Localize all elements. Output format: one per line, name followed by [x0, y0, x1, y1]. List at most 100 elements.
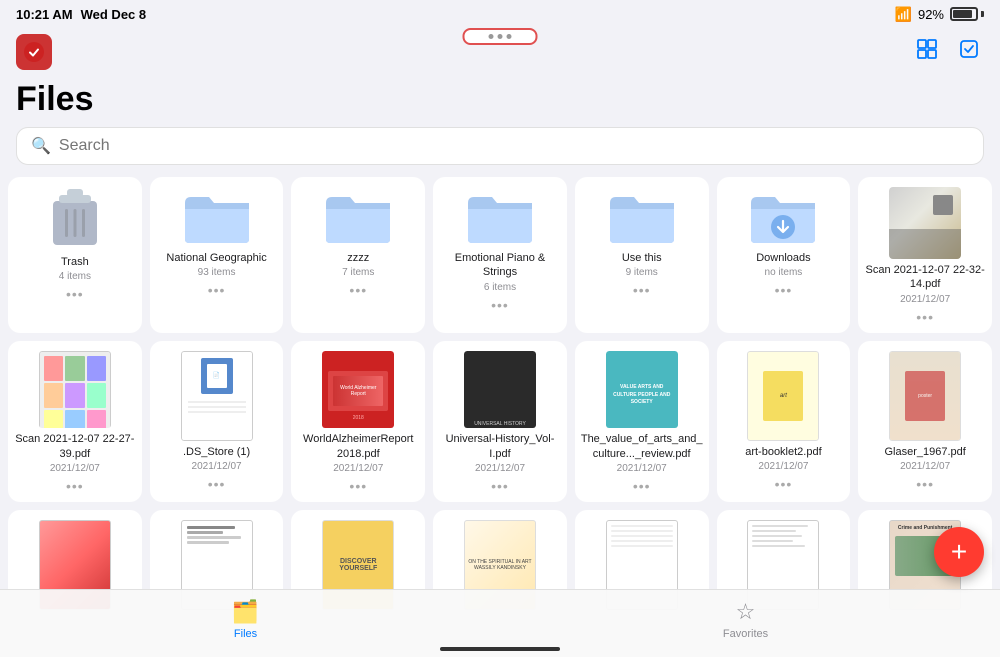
grid-item-glaser[interactable]: poster Glaser_1967.pdf 2021/12/07 •••: [858, 341, 992, 502]
scan-photo-thumb: [889, 187, 961, 259]
item-menu-national-geographic[interactable]: •••: [208, 282, 226, 298]
folder-icon-national-geographic: [181, 187, 253, 245]
item-name-emotional-piano: Emotional Piano & Strings: [439, 251, 561, 280]
item-name-national-geographic: National Geographic: [166, 251, 266, 265]
grid-item-national-geographic[interactable]: National Geographic 93 items •••: [150, 177, 284, 333]
item-sub-scan-photo: 2021/12/07: [900, 294, 950, 305]
grid-item-ds-store[interactable]: 📄 .DS_Store (1) 2021/12/07 •••: [150, 341, 284, 502]
item-menu-zzzz[interactable]: •••: [349, 282, 367, 298]
item-name-scan-screenshot: Scan 2021-12-07 22-27-39.pdf: [14, 432, 136, 461]
item-menu-ds-store[interactable]: •••: [208, 476, 226, 492]
search-input[interactable]: [59, 137, 969, 155]
grid-item-use-this[interactable]: Use this 9 items •••: [575, 177, 709, 333]
item-name-downloads: Downloads: [756, 251, 810, 265]
item-sub-scan-screenshot: 2021/12/07: [50, 463, 100, 474]
item-name-trash: Trash: [61, 255, 89, 269]
item-sub-worldalzheimer: 2021/12/07: [333, 463, 383, 474]
item-name-art-booklet: art-booklet2.pdf: [745, 445, 821, 459]
item-name-worldalzheimer: WorldAlzheimerReport 2018.pdf: [297, 432, 419, 461]
item-sub-trash: 4 items: [59, 271, 91, 282]
folder-icon-downloads: [747, 187, 819, 245]
search-icon: 🔍: [31, 136, 51, 156]
grid-item-worldalzheimer[interactable]: World Alzheimer Report 2018 WorldAlzheim…: [291, 341, 425, 502]
battery-percent: 92%: [918, 7, 944, 22]
glaser-cover: poster: [889, 351, 961, 441]
item-sub-zzzz: 7 items: [342, 267, 374, 278]
item-sub-downloads: no items: [765, 267, 803, 278]
item-menu-scan-screenshot[interactable]: •••: [66, 478, 84, 494]
folder-icon-use-this: [606, 187, 678, 245]
item-menu-universal-history[interactable]: •••: [491, 478, 509, 494]
item-menu-trash[interactable]: •••: [66, 286, 84, 302]
universal-history-cover: UNIVERSAL HISTORY VOL I: [464, 351, 536, 429]
tab-favorites-label: Favorites: [723, 628, 768, 640]
item-menu-emotional-piano[interactable]: •••: [491, 297, 509, 313]
item-name-ds-store: .DS_Store (1): [183, 445, 250, 459]
item-sub-arts-culture: 2021/12/07: [617, 463, 667, 474]
top-right-icons: [912, 34, 984, 70]
files-grid: Trash 4 items ••• National Geographic 93…: [0, 177, 1000, 618]
grid-item-zzzz[interactable]: zzzz 7 items •••: [291, 177, 425, 333]
art-booklet-cover: art: [747, 351, 819, 441]
arts-culture-cover: VALUE ARTS AND CULTURE PEOPLE AND SOCIET…: [606, 351, 678, 429]
favorites-tab-icon: ☆: [736, 599, 756, 625]
time: 10:21 AM: [16, 7, 73, 22]
tab-favorites[interactable]: ☆ Favorites: [723, 599, 768, 640]
grid-item-arts-culture[interactable]: VALUE ARTS AND CULTURE PEOPLE AND SOCIET…: [575, 341, 709, 502]
wifi-icon: 📶: [895, 6, 912, 23]
tab-files[interactable]: 🗂️ Files: [232, 599, 259, 640]
folder-icon-zzzz: [322, 187, 394, 245]
item-name-scan-photo: Scan 2021-12-07 22-32-14.pdf: [864, 263, 986, 292]
item-name-glaser: Glaser_1967.pdf: [884, 445, 965, 459]
home-indicator: [440, 647, 560, 651]
three-dots-button[interactable]: [463, 28, 538, 45]
page-header: Files: [0, 76, 1000, 127]
item-menu-glaser[interactable]: •••: [916, 476, 934, 492]
item-menu-downloads[interactable]: •••: [775, 282, 793, 298]
dot1: [489, 34, 494, 39]
item-name-universal-history: Universal-History_Vol-I.pdf: [439, 432, 561, 461]
item-menu-scan-photo[interactable]: •••: [916, 309, 934, 325]
status-bar: 10:21 AM Wed Dec 8 📶 92%: [0, 0, 1000, 28]
item-sub-art-booklet: 2021/12/07: [758, 461, 808, 472]
battery-icon: [950, 7, 984, 21]
grid-item-scan-screenshot[interactable]: Scan 2021-12-07 22-27-39.pdf 2021/12/07 …: [8, 341, 142, 502]
item-sub-use-this: 9 items: [626, 267, 658, 278]
item-sub-universal-history: 2021/12/07: [475, 463, 525, 474]
dot2: [498, 34, 503, 39]
grid-item-downloads[interactable]: Downloads no items •••: [717, 177, 851, 333]
item-sub-national-geographic: 93 items: [198, 267, 236, 278]
grid-item-universal-history[interactable]: UNIVERSAL HISTORY VOL I Universal-Histor…: [433, 341, 567, 502]
grid-item-trash[interactable]: Trash 4 items •••: [8, 177, 142, 333]
search-bar[interactable]: 🔍: [16, 127, 984, 165]
item-sub-glaser: 2021/12/07: [900, 461, 950, 472]
trash-icon: [49, 187, 101, 249]
item-menu-use-this[interactable]: •••: [633, 282, 651, 298]
item-menu-art-booklet[interactable]: •••: [775, 476, 793, 492]
app-icon: [16, 34, 52, 70]
add-icon: +: [951, 536, 967, 568]
worldalzheimer-cover: World Alzheimer Report 2018: [322, 351, 394, 429]
folder-icon-emotional-piano: [464, 187, 536, 245]
item-menu-arts-culture[interactable]: •••: [633, 478, 651, 494]
add-fab-button[interactable]: +: [934, 527, 984, 577]
grid-item-emotional-piano[interactable]: Emotional Piano & Strings 6 items •••: [433, 177, 567, 333]
item-sub-emotional-piano: 6 items: [484, 282, 516, 293]
files-tab-icon: 🗂️: [232, 599, 259, 625]
item-name-zzzz: zzzz: [347, 251, 369, 265]
date: Wed Dec 8: [81, 7, 147, 22]
ds-store-cover: 📄: [181, 351, 253, 441]
select-button[interactable]: [954, 34, 984, 70]
item-name-arts-culture: The_value_of_arts_and_culture..._review.…: [581, 432, 703, 461]
page-title: Files: [16, 80, 93, 119]
top-area: [0, 28, 1000, 76]
grid-item-scan-photo[interactable]: Scan 2021-12-07 22-32-14.pdf 2021/12/07 …: [858, 177, 992, 333]
grid-list-toggle-button[interactable]: [912, 34, 942, 70]
item-menu-worldalzheimer[interactable]: •••: [349, 478, 367, 494]
status-time: 10:21 AM Wed Dec 8: [16, 7, 146, 22]
grid-item-art-booklet[interactable]: art art-booklet2.pdf 2021/12/07 •••: [717, 341, 851, 502]
status-indicators: 📶 92%: [895, 6, 984, 23]
dot3: [507, 34, 512, 39]
item-sub-ds-store: 2021/12/07: [192, 461, 242, 472]
tab-files-label: Files: [234, 628, 257, 640]
